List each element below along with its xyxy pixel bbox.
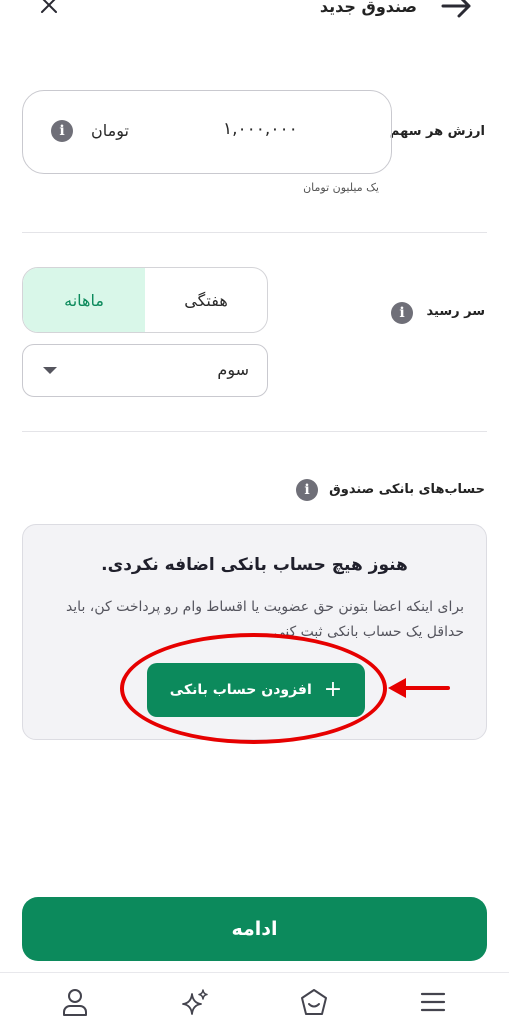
bottom-navigation [0,972,509,1024]
due-frequency-toggle: هفتگی ماهانه [22,267,268,333]
share-amount-value: ۱,۰۰۰,۰۰۰ [223,119,298,139]
nav-profile[interactable] [58,985,92,1019]
arrow-right-icon [441,0,471,18]
share-value-hint: یک میلیون تومان [303,181,379,194]
page-title: صندوق جدید [319,0,417,16]
info-icon[interactable]: i [296,479,318,501]
nav-menu[interactable] [416,985,450,1019]
highlight-circle [120,633,387,744]
divider [22,232,487,233]
due-day-value: سوم [217,360,249,379]
chevron-down-icon [43,367,57,374]
menu-icon [420,992,446,1012]
share-value-input[interactable]: ۱,۰۰۰,۰۰۰ تومان i [22,90,392,174]
back-button[interactable] [437,0,477,26]
share-value-label: ارزش هر سهم [389,124,485,139]
share-unit-label: تومان [91,121,129,140]
pointer-arrow-icon [388,678,450,698]
info-icon[interactable]: i [391,302,413,324]
close-button[interactable] [34,0,64,20]
divider [22,431,487,432]
continue-button[interactable]: ادامه [22,897,487,961]
bank-accounts-label: حساب‌های بانکی صندوق [329,482,485,497]
due-day-select[interactable]: سوم [22,344,268,397]
nav-home[interactable] [297,985,331,1019]
toggle-option-weekly[interactable]: هفتگی [145,268,267,332]
toggle-option-monthly[interactable]: ماهانه [23,268,145,332]
info-icon[interactable]: i [51,120,73,142]
nav-sparkle[interactable] [178,985,212,1019]
profile-icon [63,989,87,1016]
sparkle-icon [182,989,208,1015]
app-header: صندوق جدید [0,0,509,26]
empty-state-title: هنوز هیچ حساب بانکی اضافه نکردی. [101,555,408,575]
due-label: سر رسید [426,304,485,319]
home-icon [301,989,327,1015]
close-icon [41,0,57,13]
